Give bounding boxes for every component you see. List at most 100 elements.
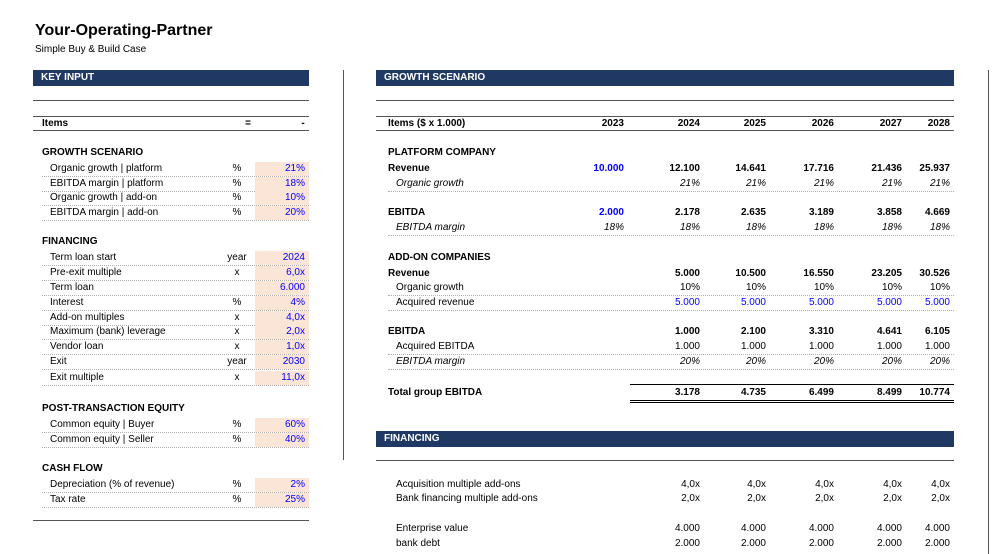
input-row: Term loan start year 2024 <box>42 251 309 266</box>
input-value-cell[interactable]: 6,0x <box>255 266 309 280</box>
row-label: Revenue <box>388 163 430 174</box>
input-value-cell[interactable]: 1,0x <box>255 340 309 354</box>
row-label: EBITDA margin <box>396 222 466 233</box>
input-row: EBITDA margin | add-on% 20% <box>42 206 309 221</box>
cell-2024: 10% <box>679 282 700 293</box>
cell-2024: 21% <box>679 178 700 189</box>
section-title: FINANCING <box>42 236 98 247</box>
input-value-cell[interactable]: 4% <box>255 296 309 310</box>
data-row: Acquired EBITDA 1.000 1.000 1.000 1.000 1.000 <box>388 340 954 355</box>
row-label: EBITDA <box>388 326 426 337</box>
cell-2026: 5.000 <box>808 297 834 308</box>
cell-2024: 4.000 <box>674 523 700 534</box>
total-bottom-line-1 <box>630 400 954 401</box>
input-value-cell[interactable]: 2024 <box>255 251 309 265</box>
cell-2025: 14.641 <box>735 163 766 174</box>
input-value-cell[interactable]: 60% <box>255 418 309 432</box>
input-value-cell[interactable]: 21% <box>255 162 309 176</box>
cell-2024: 5.000 <box>674 268 700 279</box>
row-label: Acquisition multiple add-ons <box>396 479 521 490</box>
input-value-cell[interactable]: 6.000 <box>255 281 309 295</box>
input-label: Organic growth | add-on <box>50 192 158 203</box>
input-unit: x <box>234 341 240 352</box>
cell-2026: 1.000 <box>808 341 834 352</box>
section-title: CASH FLOW <box>42 463 103 474</box>
input-unit: % <box>232 178 242 189</box>
year-2024: 2024 <box>677 118 700 129</box>
input-value-cell[interactable]: 2,0x <box>255 325 309 339</box>
row-label: EBITDA margin <box>396 356 466 367</box>
cell-2026: 6.499 <box>808 387 834 398</box>
cell-2024: 2,0x <box>681 493 700 504</box>
cell-2025: 2,0x <box>747 493 766 504</box>
cell-2023: 10.000 <box>593 163 624 174</box>
input-label: EBITDA margin | add-on <box>50 207 159 218</box>
input-unit: x <box>234 267 240 278</box>
cell-2026: 3.189 <box>808 207 834 218</box>
input-label: Vendor loan <box>50 341 104 352</box>
input-value-cell[interactable]: 10% <box>255 191 309 205</box>
input-value-cell[interactable]: 40% <box>255 433 309 447</box>
input-unit: % <box>232 207 242 218</box>
input-unit: % <box>232 192 242 203</box>
input-row: Interest% 4% <box>42 296 309 311</box>
cell-2028: 4,0x <box>931 479 950 490</box>
financing-row: Acquisition multiple add-ons 4,0x 4,0x 4,0x… <box>388 478 954 493</box>
row-label: Revenue <box>388 268 430 279</box>
input-value-cell[interactable]: 4,0x <box>255 311 309 325</box>
cell-2028: 5.000 <box>924 297 950 308</box>
input-value-cell[interactable]: 11,0x <box>255 371 309 385</box>
input-label: Interest <box>50 297 84 308</box>
cell-2024: 12.100 <box>669 163 700 174</box>
input-value-cell[interactable]: 18% <box>255 177 309 191</box>
growth-header: Items ($ x 1.000) 2023 2024 2025 2026 20… <box>376 116 954 131</box>
financing-row: Enterprise value 4.000 4.000 4.000 4.000 4.00… <box>388 522 954 537</box>
data-row: EBITDA margin 20% 20% 20% 20% 20% <box>388 355 954 370</box>
input-value-cell[interactable]: 2030 <box>255 355 309 369</box>
cell-2028: 25.937 <box>919 163 950 174</box>
input-label: Term loan <box>50 282 94 293</box>
data-row: Organic growth 21% 21% 21% 21% 21% <box>388 177 954 192</box>
cell-2026: 2.000 <box>808 538 834 549</box>
cell-2026: 4,0x <box>815 479 834 490</box>
data-row: Organic growth 10% 10% 10% 10% 10% <box>388 281 954 296</box>
financing-rule <box>376 460 954 461</box>
page-title: Your-Operating-Partner <box>35 22 213 39</box>
input-row: EBITDA margin | platform% 18% <box>42 177 309 192</box>
cell-2025: 5.000 <box>740 297 766 308</box>
row-label: bank debt <box>396 538 440 549</box>
cell-2028: 10% <box>929 282 950 293</box>
input-value-cell[interactable]: 2% <box>255 478 309 492</box>
input-row: Exit multiple x 11,0x <box>42 371 309 386</box>
cell-2026: 4.000 <box>808 523 834 534</box>
input-row: Add-on multiples x 4,0x <box>42 311 309 326</box>
cell-2025: 18% <box>745 222 766 233</box>
cell-2028: 10.774 <box>919 387 950 398</box>
header-items: Items <box>42 118 69 129</box>
input-value-cell[interactable]: 20% <box>255 206 309 220</box>
row-label: Organic growth <box>396 282 464 293</box>
data-row: EBITDA 2.000 2.178 2.635 3.189 3.858 4.669 <box>388 206 954 221</box>
input-label: Maximum (bank) leverage <box>50 326 166 337</box>
input-label: EBITDA margin | platform <box>50 178 164 189</box>
add-on-companies-title: ADD-ON COMPANIES <box>388 252 491 263</box>
cell-2024: 20% <box>679 356 700 367</box>
input-row: Term loan 6.000 <box>42 281 309 296</box>
data-row: Revenue 10.000 12.100 14.641 17.716 21.436 25.… <box>388 162 954 177</box>
input-label: Common equity | Buyer <box>50 419 155 430</box>
input-label: Pre-exit multiple <box>50 267 122 278</box>
cell-2025: 10.500 <box>735 268 766 279</box>
cell-2028: 21% <box>929 178 950 189</box>
cell-2028: 18% <box>929 222 950 233</box>
input-value-cell[interactable]: 25% <box>255 493 309 507</box>
cell-2026: 3.310 <box>808 326 834 337</box>
cell-2025: 4.000 <box>740 523 766 534</box>
cell-2028: 4.669 <box>924 207 950 218</box>
growth-scenario-bar: GROWTH SCENARIO <box>376 70 954 86</box>
key-input-bottom-rule <box>33 520 309 521</box>
cell-2028: 1.000 <box>924 341 950 352</box>
cell-2025: 2.100 <box>740 326 766 337</box>
cell-2025: 21% <box>745 178 766 189</box>
input-unit: x <box>234 312 240 323</box>
input-unit: year <box>227 252 247 263</box>
